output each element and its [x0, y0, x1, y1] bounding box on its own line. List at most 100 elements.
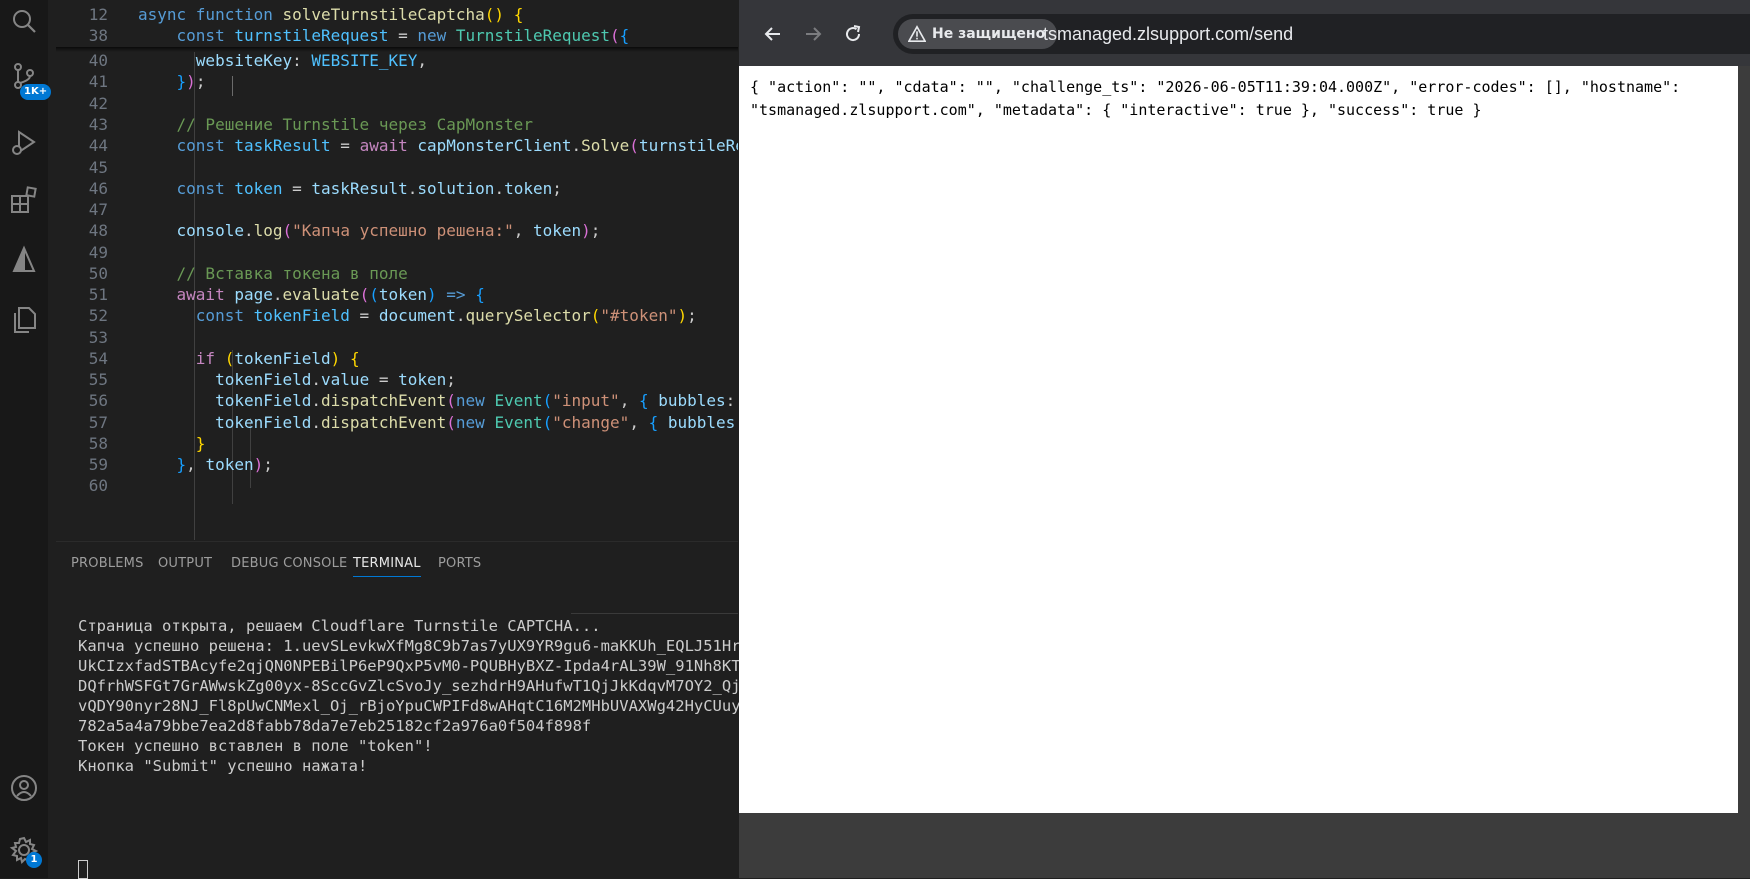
code-token: ;	[552, 179, 562, 198]
code-token: .	[311, 413, 322, 432]
code-token: (	[282, 221, 293, 240]
line-number: 40	[88, 51, 108, 70]
code-token: ;	[263, 455, 273, 474]
line-number: 60	[88, 476, 108, 495]
panel-tab-ports[interactable]: PORTS	[438, 556, 481, 571]
code-line: 55 tokenField.value = token;	[56, 368, 738, 391]
code-token: bubbles	[658, 391, 726, 410]
code-token: dispatchEvent	[321, 391, 447, 410]
code-token: solveTurnstileCaptcha	[282, 5, 485, 24]
security-chip[interactable]: Не защищено	[898, 19, 1058, 49]
line-number: 44	[88, 136, 108, 155]
line-number: 12	[88, 5, 108, 24]
code-token: ;	[590, 221, 601, 240]
code-token: =	[282, 179, 312, 198]
source-control-badge: 1K+	[20, 84, 52, 100]
code-line: 43 // Решение Turnstile через CapMonster	[56, 113, 738, 136]
code-line: 53	[56, 326, 738, 349]
url-text[interactable]: tsmanaged.zlsupport.com/send	[1043, 24, 1293, 45]
code-token: token	[398, 370, 447, 389]
panel-tab-output[interactable]: OUTPUT	[158, 556, 212, 571]
account-icon[interactable]	[8, 772, 40, 804]
run-debug-icon[interactable]	[8, 126, 40, 158]
code-token: Event	[494, 391, 543, 410]
bottom-panel: PROBLEMS OUTPUT DEBUG CONSOLE TERMINAL PORTS…	[56, 541, 769, 879]
line-number: 48	[88, 221, 108, 240]
code-token: Event	[494, 413, 543, 432]
json-response: { "action": "", "cdata": "", "challenge_…	[750, 78, 1681, 119]
code-token: await	[359, 136, 418, 155]
code-token: (	[446, 413, 456, 432]
code-token: dispatchEvent	[321, 413, 447, 432]
back-arrow-icon[interactable]	[761, 22, 785, 46]
browser-toolbar: Не защищено tsmanaged.zlsupport.com/send	[739, 0, 1750, 66]
code-editor[interactable]: 12 async function solveTurnstileCaptcha()…	[56, 0, 738, 540]
line-number: 59	[88, 455, 108, 474]
code-token: :	[292, 51, 312, 70]
code-token: turnstileRequest	[638, 136, 738, 155]
code-token: (	[542, 413, 553, 432]
code-token: "input"	[552, 391, 620, 410]
code-token: }	[176, 72, 187, 91]
code-token: .	[407, 179, 418, 198]
code-token: tokenField	[234, 349, 331, 368]
deploy-icon[interactable]	[8, 244, 40, 276]
code-line: 60	[56, 474, 738, 497]
sticky-scroll-shadow	[56, 47, 738, 52]
panel-divider	[571, 613, 738, 614]
settings-gear-icon[interactable]: 1	[8, 834, 42, 868]
code-token: .	[455, 306, 466, 325]
forward-arrow-icon[interactable]	[801, 22, 825, 46]
code-token: ,	[619, 391, 639, 410]
code-token: websiteKey	[195, 51, 293, 70]
line-number: 43	[88, 115, 108, 134]
panel-tab-problems[interactable]: PROBLEMS	[71, 556, 144, 571]
code-token: token	[378, 285, 428, 304]
code-token: tokenField	[215, 391, 312, 410]
code-token: function	[195, 5, 283, 24]
code-token: new	[417, 26, 456, 45]
code-token: new	[455, 391, 495, 410]
settings-badge: 1	[26, 852, 42, 868]
extensions-icon[interactable]	[8, 184, 40, 216]
warning-icon	[908, 25, 926, 43]
code-line: 54 if (tokenField) {	[56, 347, 738, 370]
source-control-icon[interactable]: 1K+	[8, 60, 52, 100]
code-token: taskResult	[311, 179, 408, 198]
code-line: 51 await page.evaluate((token) => {	[56, 283, 738, 306]
code-line: 57 tokenField.dispatchEvent(new Event("c…	[56, 411, 738, 434]
code-token: =	[369, 370, 399, 389]
explorer-icon[interactable]	[8, 304, 40, 336]
code-token: =	[388, 26, 418, 45]
panel-tab-debug-console[interactable]: DEBUG CONSOLE	[231, 556, 347, 571]
code-line: 52 const tokenField = document.querySele…	[56, 304, 738, 327]
code-token: )	[186, 72, 196, 91]
code-token: Solve	[581, 136, 630, 155]
reload-icon[interactable]	[841, 22, 865, 46]
panel-tab-terminal[interactable]: TERMINAL	[353, 556, 421, 577]
search-icon[interactable]	[8, 6, 40, 38]
code-line: 56 tokenField.dispatchEvent(new Event("i…	[56, 389, 738, 412]
line-number: 58	[88, 434, 108, 453]
code-token: :	[735, 413, 738, 432]
line-number: 42	[88, 94, 108, 113]
code-token: {	[638, 391, 659, 410]
code-line: 50 // Вставка токена в поле	[56, 262, 738, 285]
address-bar[interactable]: Не защищено tsmanaged.zlsupport.com/send	[893, 14, 1750, 54]
code-line: 48 console.log("Капча успешно решена:", …	[56, 219, 738, 242]
code-token: token	[234, 179, 283, 198]
code-token: tokenField	[215, 413, 312, 432]
line-number: 45	[88, 158, 108, 177]
code-token: bubbles	[667, 413, 736, 432]
line-number: 46	[88, 179, 108, 198]
code-token: // Вставка токена в поле	[176, 264, 408, 283]
code-token: (	[224, 349, 235, 368]
